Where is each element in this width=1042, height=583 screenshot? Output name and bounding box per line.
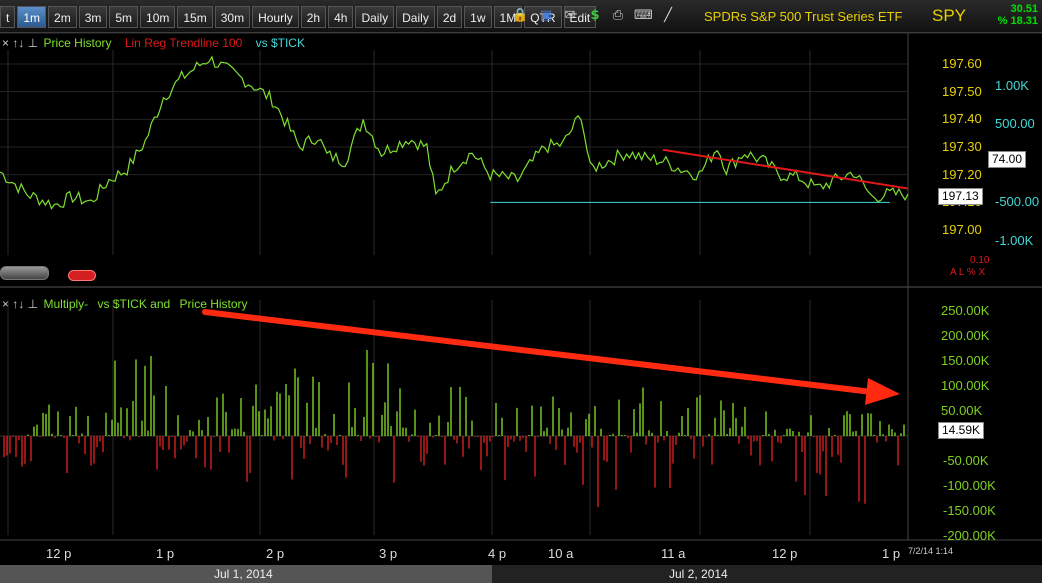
panel-controls[interactable]: × ↑↓ ⊥: [2, 36, 38, 50]
lower-tick-label: 250.00K: [941, 303, 990, 318]
lower-tick-label: 150.00K: [941, 353, 990, 368]
time-label: 2 p: [266, 546, 285, 561]
legend-tick[interactable]: vs $TICK: [256, 36, 305, 50]
time-label: 12 p: [772, 546, 798, 561]
price-tick-label: 197.50: [942, 83, 982, 99]
timeframe-button[interactable]: 4h: [328, 6, 354, 28]
price-tick-label: 197.00: [942, 222, 982, 237]
change-value: 30.51: [1010, 3, 1038, 15]
tick-axis-label: -500.00: [995, 194, 1040, 209]
time-label: 10 a: [548, 546, 574, 561]
timeframe-button[interactable]: 15m: [177, 6, 213, 28]
chart-title: SPDRs S&P 500 Trust Series ETF: [704, 9, 903, 24]
price-history-line: [0, 55, 909, 210]
lock-icon[interactable]: 🔒: [512, 8, 528, 24]
small-flags[interactable]: A L % X: [950, 267, 985, 278]
price-tick-label: 197.40: [942, 111, 982, 127]
keyboard-icon[interactable]: ⌨: [634, 8, 653, 24]
print-icon[interactable]: ⎙: [610, 8, 626, 24]
change-percent: % 18.31: [997, 15, 1038, 27]
timeframe-button[interactable]: 30m: [214, 6, 251, 28]
toolbar: t 1m 2m 3m 5m 10m 15m 30m Hourly 2h 4h Daily Daily 2d…: [0, 0, 1042, 33]
lower-tick-label: -100.00K: [943, 478, 996, 493]
last-price-tag: 197.13: [938, 188, 983, 205]
trend-arrow-head: [865, 378, 900, 405]
date-label: Jul 1, 2014: [214, 567, 273, 581]
time-label: 4 p: [488, 546, 507, 561]
timeframe-button[interactable]: 2m: [48, 6, 77, 28]
price-tick-label: 197.20: [942, 166, 982, 182]
alert-toggle[interactable]: [68, 270, 96, 281]
time-label: 11 a: [661, 546, 686, 561]
dollar-icon[interactable]: $: [587, 8, 603, 24]
tick-axis-label: 1.00K: [995, 78, 1029, 93]
date-label: Jul 2, 2014: [669, 567, 728, 581]
timeframe-button[interactable]: 5m: [109, 6, 139, 28]
scroll-handle[interactable]: [0, 266, 49, 280]
time-label: 1 p: [882, 546, 901, 561]
date-band-1: Jul 1, 2014: [0, 565, 492, 583]
timeframe-button[interactable]: Daily: [355, 6, 395, 28]
lower-tick-label: 50.00K: [941, 403, 983, 418]
lower-tick-label: -150.00K: [943, 503, 996, 518]
timeframe-button[interactable]: 1m: [17, 6, 47, 28]
timestamp: 7/2/14 1:14: [908, 546, 954, 556]
timeframe-button[interactable]: 2d: [436, 6, 463, 28]
timeframe-button[interactable]: t: [0, 6, 16, 28]
small-value: 0.10: [970, 255, 990, 266]
timeframe-button[interactable]: 3m: [78, 6, 108, 28]
timeframe-button[interactable]: Hourly: [252, 6, 299, 28]
legend-price-history[interactable]: Price History: [180, 297, 248, 311]
legend-multiply[interactable]: Multiply-: [43, 297, 88, 311]
legend-lin-reg[interactable]: Lin Reg Trendline 100: [125, 36, 242, 50]
timeframe-button[interactable]: 10m: [140, 6, 176, 28]
date-band-2: Jul 2, 2014: [492, 565, 1042, 583]
tick-axis-label: -1.00K: [995, 233, 1034, 248]
time-label: 1 p: [156, 546, 175, 561]
lin-reg-trendline: [662, 148, 909, 190]
draw-icon[interactable]: ╱: [660, 8, 676, 24]
lower-tick-label: -200.00K: [943, 528, 996, 543]
lower-tick-label: 100.00K: [941, 378, 990, 393]
upper-legend: × ↑↓ ⊥ Price History Lin Reg Trendline 1…: [2, 36, 315, 52]
time-label: 12 p: [46, 546, 72, 561]
timeframe-button[interactable]: Daily: [396, 6, 435, 28]
timeframe-button[interactable]: 2h: [300, 6, 327, 28]
legend-vs-tick: vs $TICK and: [97, 297, 171, 311]
last-tick-tag: 74.00: [988, 151, 1027, 168]
chart-canvas: [0, 32, 1042, 541]
symbol-label[interactable]: SPY: [932, 6, 966, 26]
save-icon[interactable]: ▣: [538, 8, 554, 24]
timeframe-button[interactable]: 1w: [464, 6, 492, 28]
legend-price-history[interactable]: Price History: [43, 36, 111, 50]
lower-tick-label: 200.00K: [941, 328, 990, 343]
last-value-tag: 14.59K: [938, 422, 985, 439]
time-label: 3 p: [379, 546, 398, 561]
mail-icon[interactable]: ✉: [562, 8, 578, 24]
lower-tick-label: -50.00K: [943, 453, 989, 468]
panel-controls[interactable]: × ↑↓ ⊥: [2, 297, 38, 311]
price-tick-label: 197.30: [942, 139, 982, 154]
trend-arrow: [202, 309, 875, 395]
tick-axis-label: 500.00: [995, 116, 1035, 131]
timeframe-bar: t 1m 2m 3m 5m 10m 15m 30m Hourly 2h 4h Daily Daily 2d…: [0, 6, 598, 30]
lower-legend: × ↑↓ ⊥ Multiply- vs $TICK and Price Hist…: [2, 297, 258, 313]
price-tick-label: 197.60: [942, 56, 982, 71]
